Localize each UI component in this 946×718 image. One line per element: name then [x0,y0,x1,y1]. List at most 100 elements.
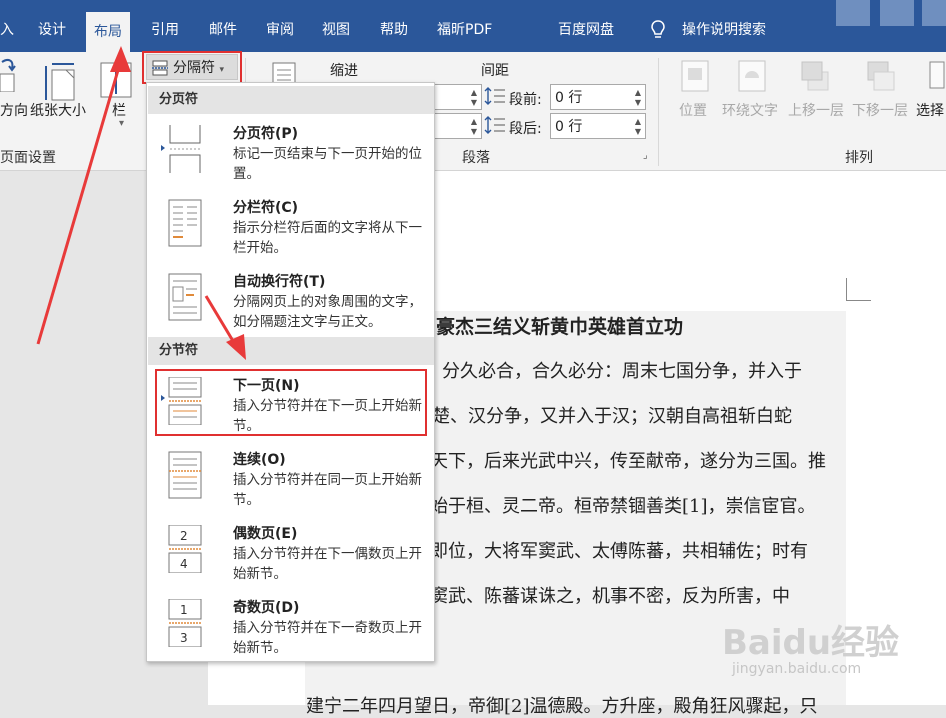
tell-me-search[interactable]: 操作说明搜索 [682,0,766,52]
document-line[interactable]: 建宁二年四月望日，帝御[2]温德殿。方升座，殿角狂风骤起，只 [306,692,818,718]
title-bar-decoration [836,0,870,26]
spacing-before-label: 段前: [509,92,542,108]
svg-text:4: 4 [180,557,188,571]
document-line[interactable]: 分久必合，合久必分：周末七国分争，并入于 [442,357,802,383]
document-line[interactable]: 楚、汉分争，又并入于汉；汉朝自高祖斩白蛇 [432,402,792,428]
menu-item-description: 指示分栏符后面的文字将从下一栏开始。 [233,220,422,256]
selection-triangle-icon [161,145,165,151]
spin-up-icon[interactable]: ▲ [635,88,641,97]
wrap-text-button[interactable]: 环绕文字 [722,100,778,120]
spacing-before-icon [484,87,505,105]
spin-up-icon[interactable]: ▲ [471,117,477,126]
spin-down-icon[interactable]: ▼ [471,127,477,136]
spin-up-icon[interactable]: ▲ [471,88,477,97]
position-button[interactable]: 位置 [679,100,707,120]
paper-size-icon[interactable] [44,62,76,102]
spacing-after-label: 段后: [509,121,542,137]
ribbon-tab-bar: 入 设计 布局 引用 邮件 审阅 视图 帮助 福昕PDF 百度网盘 操作说明搜索 [0,0,946,52]
send-backward-icon[interactable] [866,60,898,92]
spin-down-icon[interactable]: ▼ [635,127,641,136]
even-page-section-icon: 2 4 [168,525,202,573]
columns-dropdown-icon[interactable]: ▾ [119,118,124,129]
menu-item-title: 分栏符(C) [233,200,299,216]
bring-forward-button[interactable]: 上移一层 [788,100,844,120]
menu-item-even-page[interactable]: 2 4 偶数页(E) 插入分节符并在下一偶数页上开始新节。 [148,517,434,589]
menu-item-title: 连续(O) [233,452,286,468]
column-break-icon [168,199,202,247]
page-breaks-header: 分页符 [148,86,434,114]
spacing-before-value[interactable]: 0 行 [555,90,582,106]
spacing-after-spinner[interactable]: 0 行 ▲ ▼ [550,113,646,139]
tab-mailings[interactable]: 邮件 [209,0,237,52]
menu-item-description: 插入分节符并在下一偶数页上开始新节。 [233,546,422,582]
menu-item-column-break[interactable]: 分栏符(C) 指示分栏符后面的文字将从下一栏开始。 [148,191,434,263]
page-setup-group-label: 页面设置 [0,150,56,166]
odd-page-section-icon: 1 3 [168,599,202,647]
menu-item-text-wrapping-break[interactable]: 自动换行符(T) 分隔网页上的对象周围的文字，如分隔题注文字与正文。 [148,265,434,337]
paragraph-group-label: 段落 [462,150,490,166]
columns-icon[interactable] [100,62,132,98]
dialog-launcher-icon[interactable]: ⌟ [643,150,648,161]
send-backward-button[interactable]: 下移一层 [852,100,908,120]
watermark-url: jingyan.baidu.com [732,661,862,677]
spacing-after-value[interactable]: 0 行 [555,119,582,135]
orientation-button[interactable]: 方向 [0,100,28,120]
document-line[interactable]: 始于桓、灵二帝。桓帝禁锢善类[1]，崇信宦官。 [430,492,816,518]
lightbulb-icon[interactable] [650,20,666,40]
tab-design[interactable]: 设计 [38,0,66,52]
page-corner-mark [846,278,871,301]
group-separator [658,58,659,166]
highlight-next-page [155,369,427,436]
menu-item-title: 奇数页(D) [233,600,300,616]
tab-view[interactable]: 视图 [322,0,350,52]
menu-item-title: 自动换行符(T) [233,274,326,290]
svg-text:3: 3 [180,631,188,645]
orientation-icon[interactable] [0,58,20,92]
document-line[interactable]: 窦武、陈蕃谋诛之，机事不密，反为所害，中 [430,582,790,608]
spacing-before-spinner[interactable]: 0 行 ▲ ▼ [550,84,646,110]
arrange-group-label: 排列 [845,150,873,166]
spin-down-icon[interactable]: ▼ [635,98,641,107]
menu-item-description: 分隔网页上的对象周围的文字，如分隔题注文字与正文。 [233,294,422,330]
menu-item-title: 分页符(P) [233,126,299,142]
spacing-label: 间距 [481,63,509,79]
document-line[interactable]: 即位，大将军窦武、太傅陈蕃，共相辅佐；时有 [430,537,808,563]
bring-forward-icon[interactable] [800,60,832,92]
select-button[interactable]: 选择 [916,100,944,120]
paper-size-button[interactable]: 纸张大小 [30,100,86,120]
tab-baidu-netdisk[interactable]: 百度网盘 [558,0,614,52]
document-title[interactable]: 豪杰三结义斩黄巾英雄首立功 [436,312,683,339]
menu-item-continuous[interactable]: 连续(O) 插入分节符并在同一页上开始新节。 [148,443,434,515]
select-pane-icon[interactable] [928,60,946,92]
menu-item-description: 标记一页结束与下一页开始的位置。 [233,146,422,182]
tab-help[interactable]: 帮助 [380,0,408,52]
menu-item-title: 偶数页(E) [233,526,298,542]
highlight-breaks-button [142,51,242,84]
columns-button[interactable]: 栏 [112,100,126,120]
spacing-after-icon [484,116,505,134]
continuous-section-icon [168,451,202,499]
text-wrapping-break-icon [168,273,202,321]
section-breaks-header: 分节符 [148,337,434,365]
watermark-logo: Baidu经验 [722,623,900,663]
baidu-jingyan-watermark: Baidu经验 jingyan.baidu.com [722,615,900,677]
title-bar-decoration [922,0,946,26]
menu-item-description: 插入分节符并在同一页上开始新节。 [233,472,422,508]
menu-item-description: 插入分节符并在下一奇数页上开始新节。 [233,620,422,656]
title-bar-decoration [880,0,914,26]
tab-references[interactable]: 引用 [151,0,179,52]
spin-down-icon[interactable]: ▼ [471,98,477,107]
svg-text:1: 1 [180,603,188,617]
svg-text:2: 2 [180,529,188,543]
tab-review[interactable]: 审阅 [266,0,294,52]
position-icon[interactable] [681,60,709,92]
menu-item-odd-page[interactable]: 1 3 奇数页(D) 插入分节符并在下一奇数页上开始新节。 [148,591,434,663]
wrap-text-icon[interactable] [738,60,766,92]
tab-layout[interactable]: 布局 [86,12,130,52]
menu-item-page-break[interactable]: 分页符(P) 标记一页结束与下一页开始的位置。 [148,117,434,189]
document-line[interactable]: 天下，后来光武中兴，传至献帝，遂分为三国。推 [430,447,826,473]
tab-foxit-pdf[interactable]: 福昕PDF [437,0,492,52]
tab-insert[interactable]: 入 [0,0,14,52]
spin-up-icon[interactable]: ▲ [635,117,641,126]
page-break-icon [169,125,201,173]
